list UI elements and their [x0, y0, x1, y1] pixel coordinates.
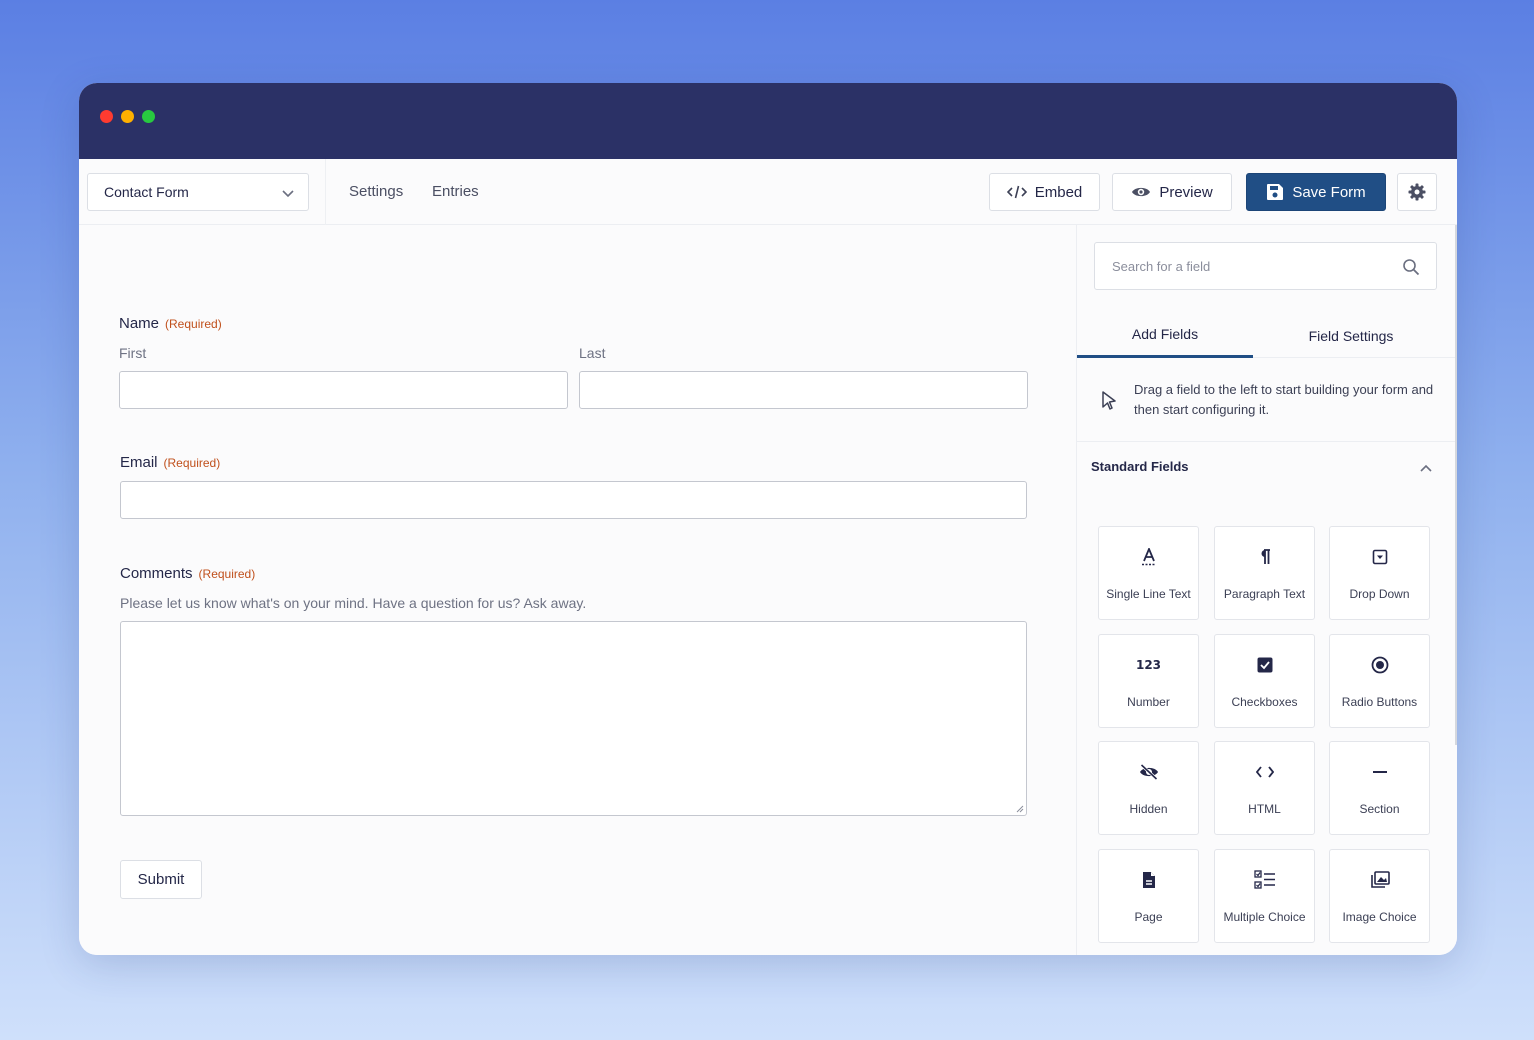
- field-tile-hidden[interactable]: Hidden: [1098, 741, 1199, 835]
- images-icon: [1370, 871, 1390, 888]
- comments-required-marker: (Required): [198, 567, 256, 581]
- field-tile-multiple-choice[interactable]: Multiple Choice: [1214, 849, 1315, 943]
- form-selector-label: Contact Form: [104, 184, 189, 200]
- cursor-arrow-icon: [1102, 391, 1116, 410]
- save-form-label: Save Form: [1292, 183, 1366, 201]
- field-tile-number[interactable]: 123 Number: [1098, 634, 1199, 728]
- name-field-label: Name (Required): [119, 315, 222, 332]
- field-tile-label: Page: [1134, 910, 1163, 924]
- standard-fields-heading[interactable]: Standard Fields: [1091, 459, 1189, 474]
- toolbar-divider: [325, 159, 326, 225]
- comments-textarea[interactable]: [120, 621, 1027, 816]
- number-icon: 123: [1135, 658, 1162, 672]
- comments-description: Please let us know what's on your mind. …: [120, 595, 587, 611]
- field-tile-html[interactable]: HTML: [1214, 741, 1315, 835]
- embed-label: Embed: [1034, 183, 1083, 201]
- drag-hint: Drag a field to the left to start buildi…: [1077, 358, 1457, 442]
- close-window-button[interactable]: [100, 110, 113, 123]
- title-bar: [79, 83, 1457, 159]
- search-icon: [1403, 259, 1420, 276]
- tab-add-fields[interactable]: Add Fields: [1077, 313, 1253, 358]
- field-tile-label: Number: [1127, 695, 1170, 709]
- field-tile-single-line-text[interactable]: Single Line Text: [1098, 526, 1199, 620]
- checkbox-icon: [1257, 657, 1272, 673]
- field-tile-label: Drop Down: [1349, 587, 1410, 601]
- field-tile-label: HTML: [1248, 802, 1281, 816]
- minimize-window-button[interactable]: [121, 110, 134, 123]
- app-window: Contact Form Settings Entries Embed Prev…: [79, 83, 1457, 955]
- field-tile-label: Multiple Choice: [1223, 910, 1306, 924]
- comments-field-label: Comments (Required): [120, 565, 255, 582]
- form-canvas: Name (Required) First Last Email (Required…: [79, 225, 1076, 955]
- last-name-sublabel: Last: [579, 345, 606, 361]
- save-form-button[interactable]: Save Form: [1246, 173, 1386, 211]
- email-label-text: Email: [120, 454, 158, 471]
- field-tile-label: Image Choice: [1342, 910, 1417, 924]
- sidebar-tabs: Add Fields Field Settings: [1077, 313, 1457, 358]
- field-tile-radio-buttons[interactable]: Radio Buttons: [1329, 634, 1430, 728]
- field-tile-checkboxes[interactable]: Checkboxes: [1214, 634, 1315, 728]
- email-input[interactable]: [120, 481, 1027, 519]
- preview-label: Preview: [1159, 183, 1213, 201]
- eye-slash-icon: [1139, 764, 1158, 780]
- field-tile-label: Radio Buttons: [1341, 695, 1418, 709]
- code-icon: [1255, 766, 1274, 778]
- settings-button[interactable]: [1397, 173, 1437, 211]
- list-check-icon: [1253, 870, 1275, 889]
- chevron-up-icon[interactable]: [1419, 461, 1433, 475]
- paragraph-icon: [1261, 549, 1270, 564]
- field-tile-label: Hidden: [1129, 802, 1168, 816]
- name-label-text: Name: [119, 315, 160, 332]
- sidebar-scrollbar[interactable]: [1455, 225, 1457, 745]
- field-tile-drop-down[interactable]: Drop Down: [1329, 526, 1430, 620]
- dropdown-icon: [1372, 549, 1387, 565]
- form-selector[interactable]: Contact Form: [87, 173, 309, 211]
- email-required-marker: (Required): [163, 456, 221, 470]
- field-tile-label: Section: [1359, 802, 1400, 816]
- file-icon: [1142, 872, 1155, 888]
- nav-entries[interactable]: Entries: [432, 183, 479, 200]
- email-field-label: Email (Required): [120, 454, 220, 471]
- code-icon: [1006, 185, 1027, 199]
- field-tile-label: Paragraph Text: [1223, 587, 1306, 601]
- last-name-input[interactable]: [579, 371, 1028, 409]
- nav-settings[interactable]: Settings: [349, 183, 403, 200]
- preview-button[interactable]: Preview: [1112, 173, 1232, 211]
- field-sidebar: Add Fields Field Settings Drag a field t…: [1076, 225, 1457, 955]
- field-search[interactable]: [1094, 242, 1437, 290]
- first-name-input[interactable]: [119, 371, 568, 409]
- embed-button[interactable]: Embed: [989, 173, 1100, 211]
- minus-icon: [1372, 771, 1387, 773]
- field-tile-label: Single Line Text: [1106, 587, 1191, 601]
- submit-button[interactable]: Submit: [120, 860, 202, 899]
- chevron-down-icon: [282, 190, 294, 198]
- toolbar: Contact Form Settings Entries Embed Prev…: [79, 159, 1457, 225]
- name-required-marker: (Required): [165, 317, 222, 331]
- single-line-text-icon: [1141, 548, 1156, 566]
- resize-handle-icon[interactable]: [1015, 804, 1024, 813]
- radio-icon: [1371, 656, 1388, 674]
- field-tile-section[interactable]: Section: [1329, 741, 1430, 835]
- maximize-window-button[interactable]: [142, 110, 155, 123]
- field-tile-page[interactable]: Page: [1098, 849, 1199, 943]
- field-tile-label: Checkboxes: [1231, 695, 1298, 709]
- comments-label-text: Comments: [120, 565, 193, 582]
- floppy-disk-icon: [1267, 184, 1284, 200]
- field-search-input[interactable]: [1095, 243, 1395, 289]
- drag-hint-text: Drag a field to the left to start buildi…: [1134, 382, 1434, 417]
- tab-field-settings[interactable]: Field Settings: [1253, 313, 1449, 358]
- first-name-sublabel: First: [119, 345, 147, 361]
- gear-icon: [1408, 183, 1426, 201]
- field-tile-image-choice[interactable]: Image Choice: [1329, 849, 1430, 943]
- eye-icon: [1132, 187, 1151, 197]
- field-tile-paragraph-text[interactable]: Paragraph Text: [1214, 526, 1315, 620]
